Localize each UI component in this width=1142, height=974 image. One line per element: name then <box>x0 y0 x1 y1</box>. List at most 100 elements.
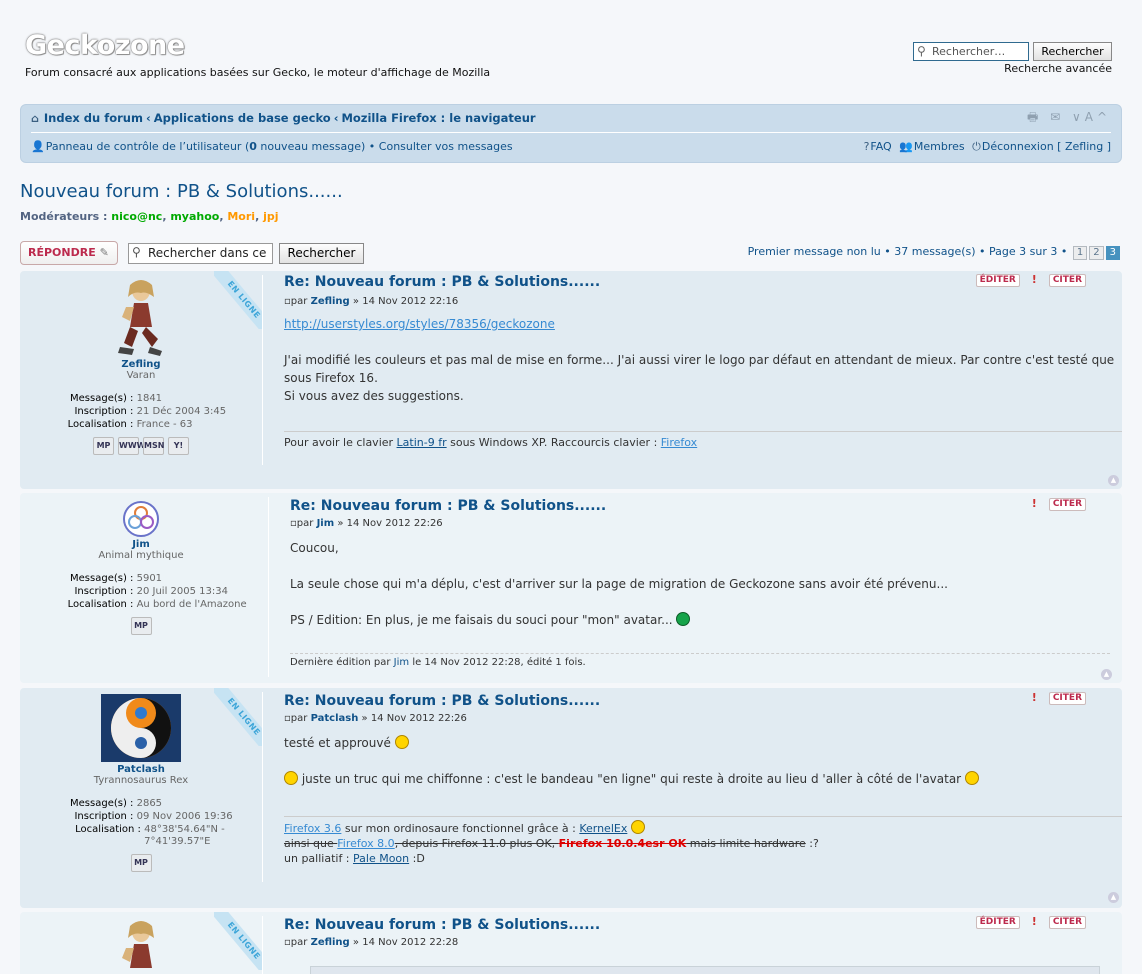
topic-search-input[interactable]: ⚲ Rechercher dans ce <box>128 243 273 264</box>
contact-icons: MP <box>20 617 262 635</box>
avatar[interactable] <box>116 918 166 974</box>
post-author: ▫par Jim » 14 Nov 2012 22:26 <box>290 518 443 529</box>
back-to-top-icon[interactable]: ▲ <box>1101 669 1112 680</box>
post-body: Re: Nouveau forum : PB & Solutions......… <box>290 498 1122 629</box>
username[interactable]: Patclash <box>20 764 262 775</box>
search-button[interactable]: Rechercher <box>1033 42 1112 61</box>
site-description: Forum consacré aux applications basées s… <box>25 66 491 79</box>
post-content: Coucou, La seule chose qui m'a déplu, c'… <box>290 541 948 627</box>
contact-icons: MP WWWMSN Y! <box>20 437 262 455</box>
sig-link[interactable]: Firefox 8.0 <box>337 837 394 850</box>
post-author: ▫par Zefling » 14 Nov 2012 22:16 <box>284 296 459 307</box>
website-icon[interactable]: WWW <box>118 437 145 455</box>
user-rank: Tyrannosaurus Rex <box>93 775 189 786</box>
post-content: testé et approuvé juste un truc qui me c… <box>284 734 1122 788</box>
cool-smiley-icon <box>964 771 979 785</box>
moderator-link[interactable]: jpj <box>263 210 278 223</box>
home-icon: ⌂ <box>31 112 39 125</box>
contact-icons: MP <box>20 854 262 872</box>
breadcrumb: ⌂ Index du forum ‹ Applications de base ge… <box>31 111 536 125</box>
grin-smiley-icon <box>676 612 691 626</box>
nav-links: ?FAQ 👥Membres ⏻Déconnexion [ Zefling ] <box>860 140 1111 154</box>
moderator-link[interactable]: Mori <box>227 210 255 223</box>
post-profile: Zefling Varan Message(s) : 1841 Inscript… <box>20 277 262 455</box>
page-link[interactable]: 1 <box>1072 246 1088 260</box>
search-input[interactable]: ⚲ Rechercher… <box>913 42 1029 61</box>
post-icon: ▫ <box>284 296 291 307</box>
advanced-search-link[interactable]: Recherche avancée <box>1004 62 1112 75</box>
post-content: http://userstyles.org/styles/78356/gecko… <box>284 317 1115 403</box>
user-control-panel: 👤Panneau de contrôle de l’utilisateur (0… <box>31 140 513 153</box>
post-title[interactable]: Re: Nouveau forum : PB & Solutions...... <box>290 498 1122 514</box>
msn-icon[interactable]: MSN <box>143 437 164 455</box>
post-author: ▫par Patclash » 14 Nov 2012 22:26 <box>284 713 467 724</box>
pencil-icon: ✎ <box>99 246 109 259</box>
first-unread-link[interactable]: Premier message non lu <box>748 245 881 258</box>
crumb-index[interactable]: Index du forum <box>44 111 143 125</box>
username[interactable]: Jim <box>20 539 262 550</box>
post-icon: ▫ <box>284 937 291 948</box>
pagination: Premier message non lu • 37 message(s) •… <box>748 245 1120 260</box>
faq-icon: ? <box>863 140 870 153</box>
sig-link[interactable]: Firefox <box>661 436 697 449</box>
ucp-link[interactable]: Panneau de contrôle de l’utilisateur (0 … <box>46 140 366 153</box>
avatar[interactable] <box>101 694 181 762</box>
site-title[interactable]: Geckozone <box>25 30 185 61</box>
yahoo-icon[interactable]: Y! <box>168 437 189 455</box>
crumb-firefox[interactable]: Mozilla Firefox : le navigateur <box>341 111 535 125</box>
page-tools[interactable]: 🖶 ✉ ∨A^ <box>1027 108 1111 129</box>
power-icon: ⏻ <box>972 140 981 153</box>
avatar[interactable] <box>123 501 159 537</box>
idea-icon <box>284 771 298 785</box>
members-icon: 👥 <box>899 140 913 153</box>
pm-icon[interactable]: MP <box>130 617 152 635</box>
sig-link[interactable]: Firefox 3.6 <box>284 822 341 835</box>
avatar[interactable] <box>116 277 166 357</box>
navbar-divider <box>31 132 1111 133</box>
post-title[interactable]: Re: Nouveau forum : PB & Solutions...... <box>284 693 1122 709</box>
navbar: ⌂ Index du forum ‹ Applications de base ge… <box>20 104 1122 163</box>
page-link[interactable]: 2 <box>1089 246 1104 260</box>
post-title[interactable]: Re: Nouveau forum : PB & Solutions...... <box>284 917 1122 933</box>
post: EN LIGNE ÉDITER! CITER Re: Nouveau forum … <box>20 912 1122 974</box>
search-icon: ⚲ <box>132 245 141 259</box>
user-rank: Animal mythique <box>98 550 184 561</box>
username[interactable]: Zefling <box>20 359 262 370</box>
faq-link[interactable]: FAQ <box>870 140 891 153</box>
cool-smiley-icon <box>630 820 645 834</box>
post: EN LIGNE Patclash Tyrannosaurus Rex Mess… <box>20 688 1122 908</box>
back-to-top-icon[interactable]: ▲ <box>1108 892 1119 903</box>
reply-button[interactable]: RÉPONDRE ✎ <box>20 241 118 265</box>
topic-search-button[interactable]: Rechercher <box>279 243 364 264</box>
pm-icon[interactable]: MP <box>93 437 114 455</box>
sig-link[interactable]: Pale Moon <box>353 852 409 865</box>
post: Jim Animal mythique Message(s) : 5901 In… <box>20 493 1122 683</box>
moderator-link[interactable]: myahoo <box>170 210 219 223</box>
messages-link[interactable]: Consulter vos messages <box>379 140 513 153</box>
page-info: Page 3 sur 3 <box>989 245 1058 258</box>
edit-notice: Dernière édition par Jim le 14 Nov 2012 … <box>290 653 1110 668</box>
moderators: Modérateurs : nico@nc, myahoo, Mori, jpj <box>20 210 279 223</box>
logout-link[interactable]: Déconnexion [ Zefling ] <box>982 140 1111 153</box>
page-current: 3 <box>1105 246 1120 260</box>
post-icon: ▫ <box>284 713 291 724</box>
page-title[interactable]: Nouveau forum : PB & Solutions...... <box>20 181 343 202</box>
post-profile: Patclash Tyrannosaurus Rex Message(s) : … <box>20 694 262 872</box>
post-profile <box>20 918 262 974</box>
user-icon: 👤 <box>31 140 45 153</box>
pm-icon[interactable]: MP <box>130 854 152 872</box>
back-to-top-icon[interactable]: ▲ <box>1108 475 1119 486</box>
post-title[interactable]: Re: Nouveau forum : PB & Solutions...... <box>284 274 1122 290</box>
crumb-apps[interactable]: Applications de base gecko <box>154 111 331 125</box>
post: EN LIGNE Zefling Varan Message(s) : 1841… <box>20 271 1122 489</box>
quote-block <box>310 966 1100 974</box>
search-icon: ⚲ <box>917 44 926 58</box>
sig-link[interactable]: Latin-9 fr <box>397 436 447 449</box>
post-icon: ▫ <box>290 518 297 529</box>
members-link[interactable]: Membres <box>914 140 965 153</box>
search-placeholder: Rechercher… <box>932 45 1006 58</box>
grin-smiley-icon <box>394 735 409 749</box>
sig-link[interactable]: KernelEx <box>579 822 627 835</box>
post-link[interactable]: http://userstyles.org/styles/78356/gecko… <box>284 317 555 331</box>
moderator-link[interactable]: nico@nc <box>111 210 162 223</box>
